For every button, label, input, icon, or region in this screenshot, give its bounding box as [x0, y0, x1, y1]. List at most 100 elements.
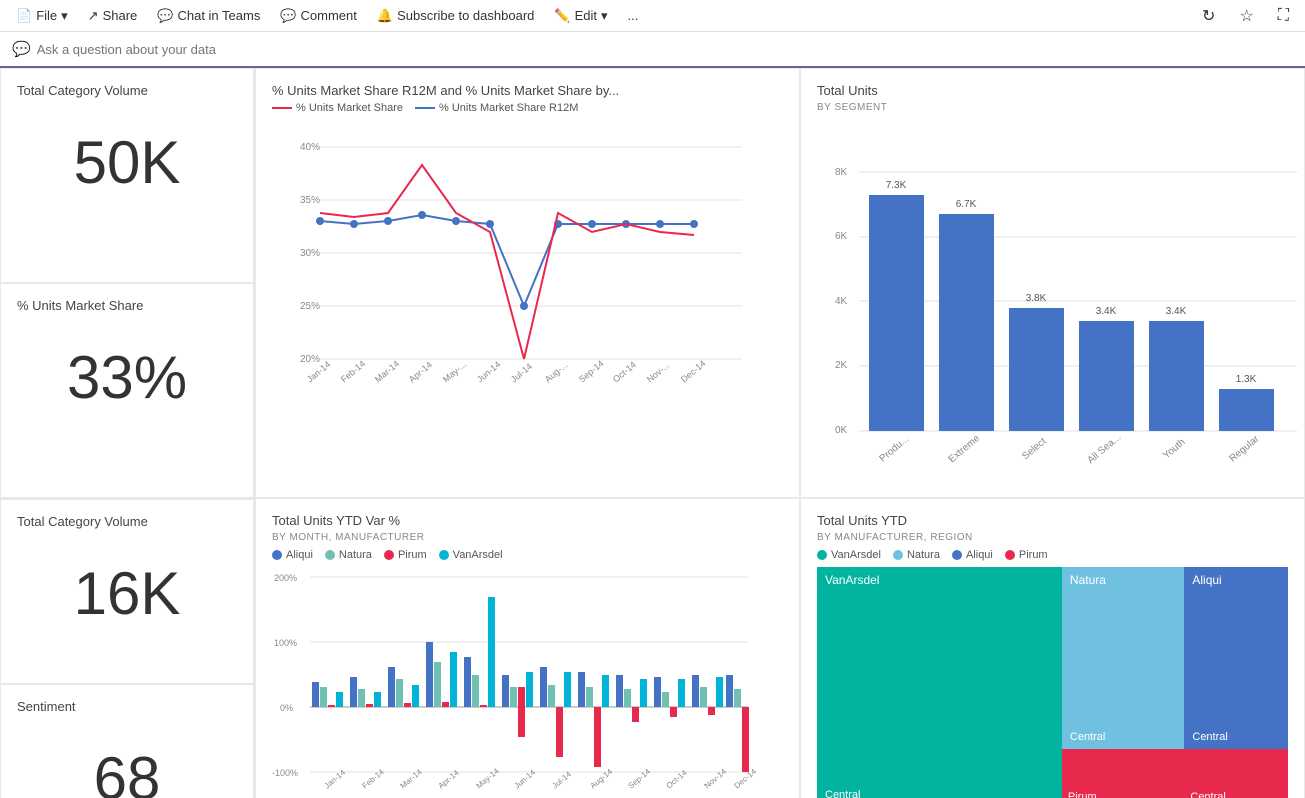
kpi-value-1: 50K: [17, 128, 237, 197]
line-chart-legend: % Units Market Share % Units Market Shar…: [272, 102, 783, 114]
svg-text:Produ...: Produ...: [877, 434, 911, 465]
svg-text:6K: 6K: [835, 231, 848, 242]
kpi-title-1: Total Category Volume: [17, 83, 237, 98]
qna-input[interactable]: [37, 42, 1293, 57]
treemap-natura-sublabel: Central: [1070, 731, 1176, 743]
svg-text:2K: 2K: [835, 360, 848, 371]
kpi-total-category-volume-1: Total Category Volume 50K: [0, 68, 254, 283]
legend-line-blue: [415, 107, 435, 109]
file-button[interactable]: 📄 File ▾: [8, 4, 76, 28]
svg-text:Oct-14: Oct-14: [611, 360, 638, 385]
bar-chart-title: Total Units: [817, 83, 1288, 98]
svg-text:Feb-14: Feb-14: [361, 767, 387, 791]
edit-button[interactable]: ✏️ Edit ▾: [546, 4, 615, 28]
subscribe-button[interactable]: 🔔 Subscribe to dashboard: [369, 4, 543, 28]
kpi-pct-units-market-share: % Units Market Share 33%: [0, 283, 254, 498]
legend-line-red: [272, 107, 292, 109]
share-button[interactable]: ↗ Share: [80, 4, 146, 28]
bar-extreme: [939, 214, 994, 431]
treemap-vanarsdel: VanArsdel Central: [817, 567, 1062, 798]
treemap-aliqui-label: Aliqui: [1192, 573, 1280, 587]
svg-text:0K: 0K: [835, 425, 848, 436]
svg-text:All Sea...: All Sea...: [1086, 432, 1124, 466]
line-chart-card: % Units Market Share R12M and % Units Ma…: [255, 68, 800, 498]
treemap-natura: Natura Central: [1062, 567, 1184, 749]
svg-text:-100%: -100%: [272, 768, 298, 778]
treemap-legend: VanArsdel Natura Aliqui Pirum: [817, 549, 1288, 561]
svg-text:Jan-14: Jan-14: [323, 768, 348, 791]
svg-text:Mar-14: Mar-14: [399, 767, 425, 791]
qna-icon: 💬: [12, 40, 31, 58]
grouped-bar-title: Total Units YTD Var %: [272, 513, 783, 528]
treemap-natura-label: Natura: [1070, 573, 1176, 587]
treemap-pirum-right: Central: [1184, 749, 1288, 798]
svg-text:Jun-14: Jun-14: [475, 359, 503, 384]
svg-text:Sep-14: Sep-14: [627, 767, 653, 791]
svg-text:Aug-...: Aug-...: [543, 360, 570, 385]
subscribe-label: Subscribe to dashboard: [397, 8, 534, 23]
treemap-subtitle: BY MANUFACTURER, REGION: [817, 532, 1288, 543]
grouped-bar-subtitle: BY MONTH, MANUFACTURER: [272, 532, 783, 543]
kpi-title-3: Total Category Volume: [17, 514, 237, 529]
svg-text:20%: 20%: [300, 354, 320, 365]
treemap-aliqui: Aliqui Central: [1184, 567, 1288, 749]
grouped-bar-legend: Aliqui Natura Pirum VanArsdel: [272, 549, 783, 561]
svg-text:Youth: Youth: [1161, 437, 1187, 462]
bar-youth: [1149, 321, 1204, 431]
svg-text:25%: 25%: [300, 301, 320, 312]
svg-text:Select: Select: [1020, 436, 1049, 462]
svg-text:1.3K: 1.3K: [1236, 374, 1257, 385]
treemap-pirum-right-label: Central: [1190, 791, 1225, 798]
svg-text:Extreme: Extreme: [947, 433, 983, 466]
legend-dot-natura: [325, 550, 335, 560]
svg-text:Mar-14: Mar-14: [373, 359, 401, 385]
edit-label: Edit: [575, 8, 597, 23]
svg-text:Apr-14: Apr-14: [437, 768, 462, 791]
kpi-title-4: Sentiment: [17, 699, 237, 714]
legend-pct-units: % Units Market Share: [272, 102, 403, 114]
toolbar: 📄 File ▾ ↗ Share 💬 Chat in Teams 💬 Comme…: [0, 0, 1305, 32]
kpi-title-2: % Units Market Share: [17, 298, 237, 313]
svg-text:Nov-14: Nov-14: [703, 767, 729, 791]
treemap-vanarsdel-label: VanArsdel: [825, 573, 1054, 587]
legend-dot-pirum: [384, 550, 394, 560]
bar-regular: [1219, 389, 1274, 431]
treemap-container: VanArsdel Central Natura Central Pirum A…: [817, 567, 1288, 798]
comment-button[interactable]: 💬 Comment: [272, 4, 365, 28]
favorite-button[interactable]: ☆: [1231, 2, 1261, 30]
treemap-card: Total Units YTD BY MANUFACTURER, REGION …: [800, 498, 1305, 798]
legend-dot-aliqui-tree: [952, 550, 962, 560]
chat-in-teams-button[interactable]: 💬 Chat in Teams: [149, 4, 268, 28]
svg-text:100%: 100%: [274, 638, 297, 648]
subscribe-icon: 🔔: [377, 8, 393, 24]
legend-dot-vanarsdel: [439, 550, 449, 560]
treemap-aliqui-sublabel: Central: [1192, 731, 1280, 743]
treemap-pirum: Pirum: [1062, 749, 1184, 798]
legend-dot-aliqui: [272, 550, 282, 560]
more-button[interactable]: ...: [620, 4, 647, 27]
fullscreen-button[interactable]: ⛶: [1270, 3, 1297, 29]
svg-text:30%: 30%: [300, 248, 320, 259]
kpi-value-4: 68: [17, 744, 237, 798]
svg-text:Apr-14: Apr-14: [407, 360, 434, 385]
bar-chart-subtitle: BY SEGMENT: [817, 102, 1288, 113]
treemap-vanarsdel-sublabel: Central: [825, 789, 1054, 798]
svg-text:8K: 8K: [835, 167, 848, 178]
treemap-pirum-label: Pirum: [1068, 791, 1097, 798]
file-icon: 📄: [16, 8, 32, 24]
refresh-button[interactable]: ↻: [1194, 2, 1223, 30]
more-label: ...: [628, 8, 639, 23]
svg-text:Feb-14: Feb-14: [339, 359, 367, 385]
file-chevron-icon: ▾: [61, 8, 68, 24]
svg-text:May-...: May-...: [441, 359, 469, 384]
kpi-sentiment: Sentiment 68: [0, 684, 254, 798]
svg-text:Regular: Regular: [1227, 433, 1261, 464]
toolbar-right: ↻ ☆ ⛶: [1194, 2, 1297, 30]
dashboard: Total Category Volume 50K % Units Market…: [0, 68, 1305, 798]
treemap-title: Total Units YTD: [817, 513, 1288, 528]
share-label: Share: [103, 8, 138, 23]
svg-text:Jun-14: Jun-14: [513, 768, 538, 791]
edit-chevron-icon: ▾: [601, 8, 608, 24]
svg-text:3.4K: 3.4K: [1166, 306, 1187, 317]
svg-text:Nov-...: Nov-...: [645, 360, 672, 385]
